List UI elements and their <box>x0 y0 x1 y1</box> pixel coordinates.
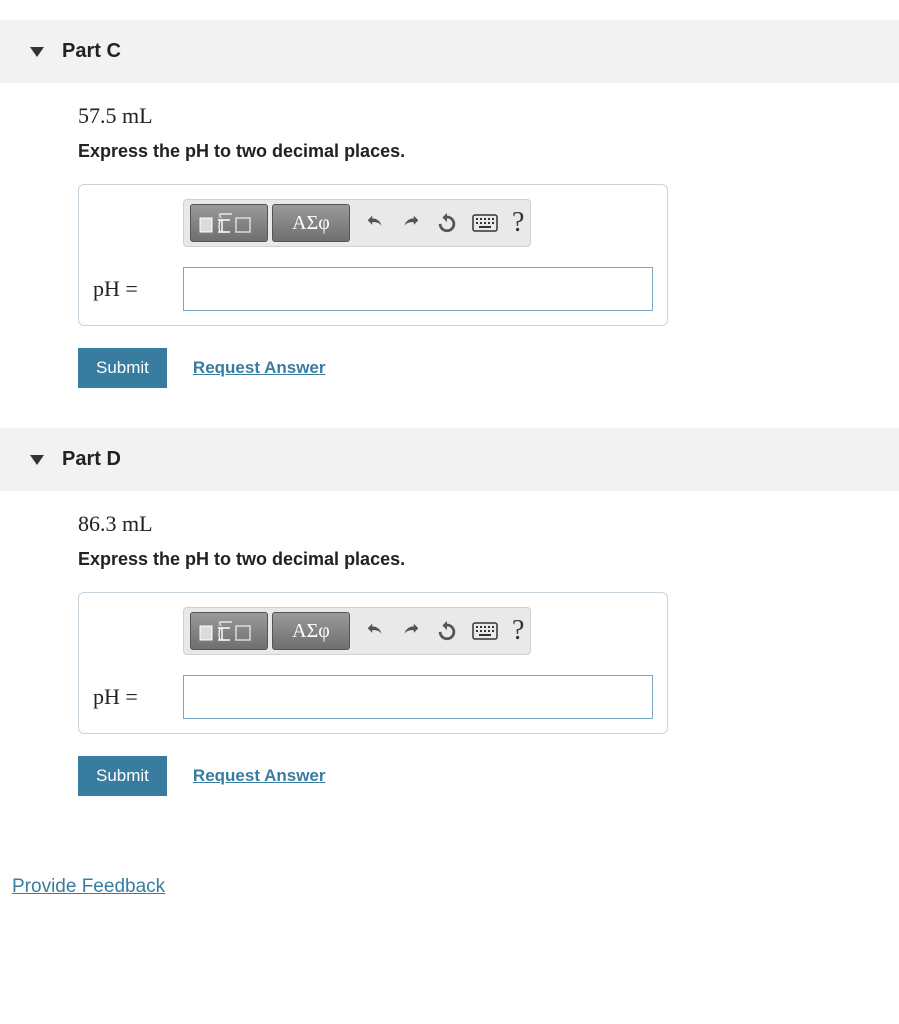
chevron-down-icon <box>30 47 44 57</box>
help-icon[interactable]: ? <box>512 207 524 239</box>
formula-toolbar: x ΑΣφ <box>183 199 531 247</box>
reset-icon[interactable] <box>436 620 458 642</box>
action-row: Submit Request Answer <box>78 348 881 388</box>
input-label: pH = <box>93 276 171 302</box>
templates-button[interactable]: x <box>190 612 268 650</box>
reset-icon[interactable] <box>436 212 458 234</box>
action-row: Submit Request Answer <box>78 756 881 796</box>
submit-button[interactable]: Submit <box>78 348 167 388</box>
tool-btn-group: x ΑΣφ <box>190 204 350 242</box>
greek-label: ΑΣφ <box>292 212 330 235</box>
submit-button[interactable]: Submit <box>78 756 167 796</box>
keyboard-icon[interactable] <box>472 214 498 232</box>
part-header[interactable]: Part D <box>0 428 899 491</box>
svg-text:x: x <box>218 211 222 220</box>
templates-button[interactable]: x <box>190 204 268 242</box>
tool-btn-group: x ΑΣφ <box>190 612 350 650</box>
redo-icon[interactable] <box>400 620 422 642</box>
undo-icon[interactable] <box>364 212 386 234</box>
toolbar-row: x ΑΣφ <box>183 199 653 247</box>
part-body: 57.5 mL Express the pH to two decimal pl… <box>0 83 899 408</box>
greek-label: ΑΣφ <box>292 620 330 643</box>
instruction-text: Express the pH to two decimal places. <box>78 141 881 162</box>
part-title: Part D <box>62 448 121 471</box>
provide-feedback-link[interactable]: Provide Feedback <box>12 876 165 898</box>
greek-button[interactable]: ΑΣφ <box>272 204 350 242</box>
answer-input[interactable] <box>183 675 653 719</box>
request-answer-link[interactable]: Request Answer <box>193 358 326 378</box>
svg-text:x: x <box>218 619 222 628</box>
formula-toolbar: x ΑΣφ <box>183 607 531 655</box>
input-row: pH = <box>93 675 653 719</box>
prompt-value: 57.5 mL <box>78 103 881 129</box>
keyboard-icon[interactable] <box>472 622 498 640</box>
part-body: 86.3 mL Express the pH to two decimal pl… <box>0 491 899 816</box>
answer-box: x ΑΣφ <box>78 184 668 326</box>
redo-icon[interactable] <box>400 212 422 234</box>
help-icon[interactable]: ? <box>512 615 524 647</box>
prompt-value: 86.3 mL <box>78 511 881 537</box>
request-answer-link[interactable]: Request Answer <box>193 766 326 786</box>
input-row: pH = <box>93 267 653 311</box>
answer-box: x ΑΣφ <box>78 592 668 734</box>
toolbar-row: x ΑΣφ <box>183 607 653 655</box>
undo-icon[interactable] <box>364 620 386 642</box>
chevron-down-icon <box>30 455 44 465</box>
instruction-text: Express the pH to two decimal places. <box>78 549 881 570</box>
answer-input[interactable] <box>183 267 653 311</box>
greek-button[interactable]: ΑΣφ <box>272 612 350 650</box>
input-label: pH = <box>93 684 171 710</box>
part-title: Part C <box>62 40 121 63</box>
part-header[interactable]: Part C <box>0 20 899 83</box>
